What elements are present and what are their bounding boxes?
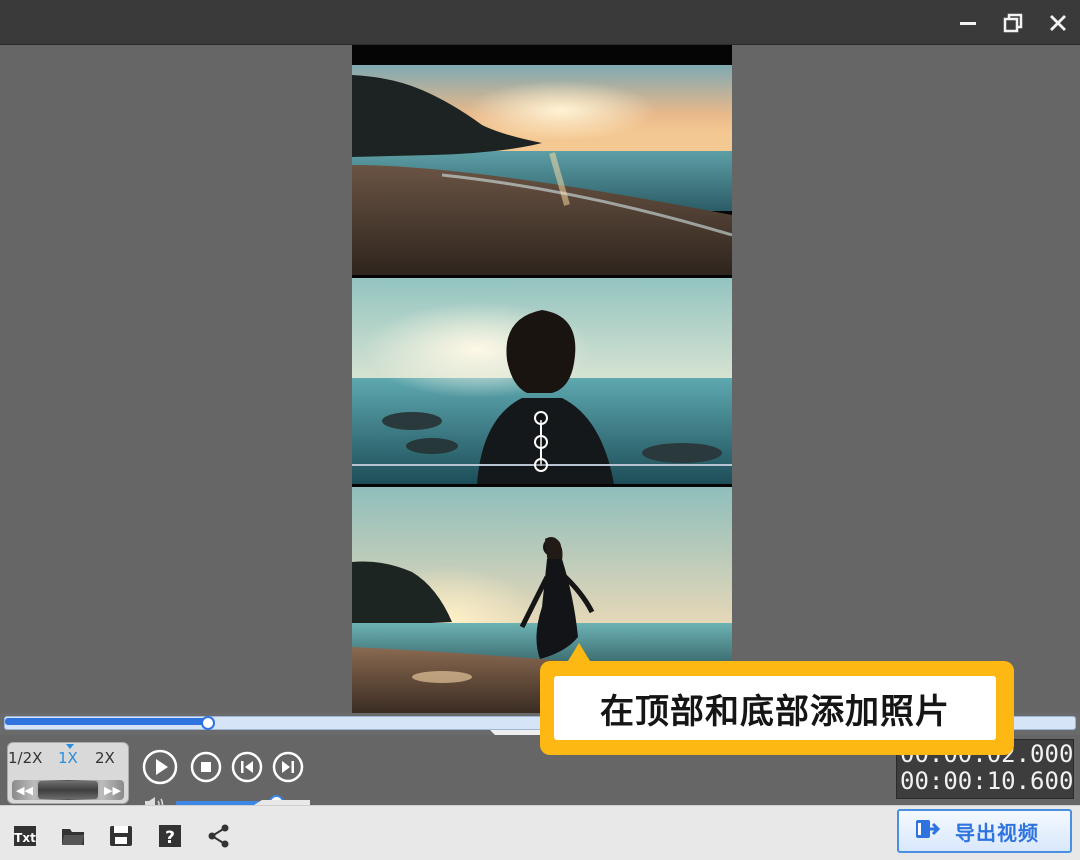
timeline-progress bbox=[5, 718, 208, 725]
minimize-icon[interactable] bbox=[952, 7, 984, 39]
export-label: 导出视频 bbox=[955, 820, 1039, 845]
speed-normal[interactable]: 1X bbox=[58, 749, 78, 767]
play-icon[interactable] bbox=[142, 749, 178, 785]
speed-double[interactable]: 2X bbox=[95, 749, 115, 767]
svg-text:Txt: Txt bbox=[14, 831, 36, 845]
help-icon[interactable]: ? bbox=[157, 823, 185, 851]
subtitle-icon[interactable]: Txt bbox=[12, 823, 40, 851]
fast-forward-icon[interactable]: ▶▶ bbox=[104, 784, 121, 797]
video-editor-window: 1/2X 1X 2X ◀◀ ▶▶ 00:00:02.000 00:00:10.6… bbox=[0, 0, 1080, 860]
speed-half[interactable]: 1/2X bbox=[8, 749, 42, 767]
video-preview[interactable] bbox=[352, 45, 732, 713]
shuttle-knob[interactable] bbox=[38, 781, 98, 799]
resize-handle-bottom[interactable] bbox=[534, 458, 548, 472]
photo-middle[interactable] bbox=[352, 278, 732, 484]
next-frame-icon[interactable] bbox=[272, 751, 304, 783]
save-icon[interactable] bbox=[108, 823, 136, 851]
resize-handle-middle[interactable] bbox=[534, 435, 548, 449]
share-icon[interactable] bbox=[206, 823, 234, 851]
rewind-icon[interactable]: ◀◀ bbox=[16, 784, 33, 797]
stop-icon[interactable] bbox=[190, 751, 222, 783]
close-icon[interactable] bbox=[1042, 7, 1074, 39]
callout-pointer bbox=[568, 643, 590, 661]
total-time: 00:00:10.600 bbox=[900, 767, 1074, 795]
callout-banner: 在顶部和底部添加照片 bbox=[540, 661, 1014, 755]
svg-text:?: ? bbox=[165, 828, 175, 848]
timeline-scrubber[interactable] bbox=[201, 716, 215, 730]
export-icon bbox=[915, 818, 941, 844]
folder-icon[interactable] bbox=[60, 823, 88, 851]
resize-handle-top[interactable] bbox=[534, 411, 548, 425]
prev-frame-icon[interactable] bbox=[231, 751, 263, 783]
callout-text: 在顶部和底部添加照片 bbox=[554, 676, 996, 740]
restore-icon[interactable] bbox=[997, 7, 1029, 39]
title-bar bbox=[0, 0, 1080, 45]
export-video-button[interactable]: 导出视频 bbox=[897, 809, 1072, 853]
photo-top[interactable] bbox=[352, 65, 732, 275]
